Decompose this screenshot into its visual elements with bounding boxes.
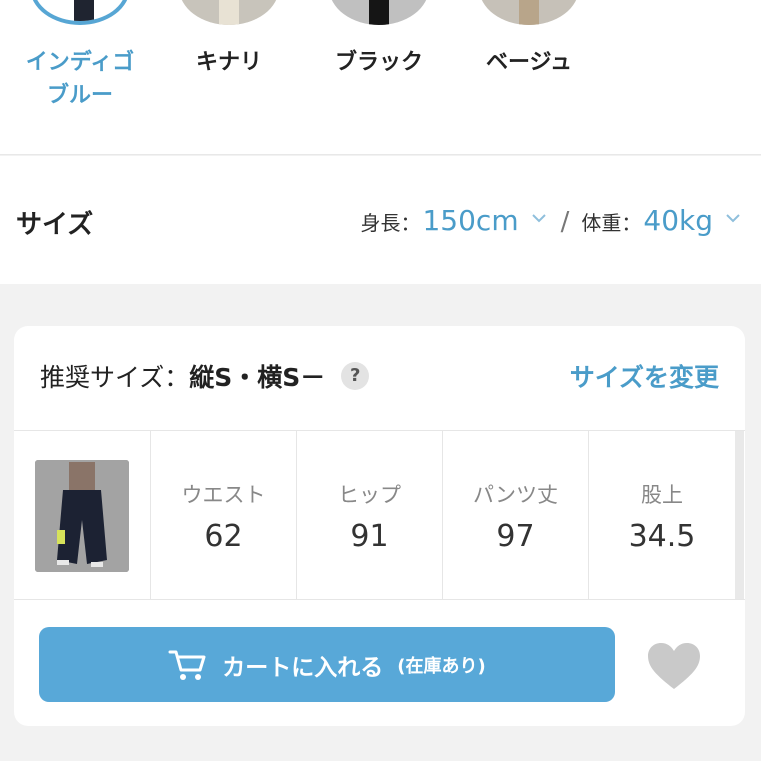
add-to-cart-label: カートに入れる [222,654,384,681]
stock-status: (在庫あり) [397,655,486,677]
recommendation-card: 推奨サイズ： 縦S・横S－ ? サイズを変更 ウエスト 62 ヒップ 91 パン… [14,326,745,726]
height-label: 身長： [360,211,421,235]
metric-value: 62 [204,519,243,554]
color-selector: インディゴ ブルー キナリ ブラック ベージュ [0,0,761,155]
metric-waist: ウエスト 62 [151,431,297,599]
metric-rise: 股上 34.5 [589,431,735,599]
chevron-down-icon[interactable] [725,210,741,226]
metric-value: 97 [496,519,535,554]
color-label: キナリ [195,50,262,75]
metric-label: 股上 [641,483,683,507]
horizontal-scroll-edge[interactable] [735,431,744,599]
color-thumbnail [30,0,130,25]
change-size-link[interactable]: サイズを変更 [570,358,719,394]
body-size-selector: 身長： 150cm / 体重： 40kg [360,204,741,237]
weight-value[interactable]: 40kg [643,204,713,237]
color-label: ベージュ [485,50,573,75]
color-thumbnail [179,0,279,25]
product-image [35,460,129,572]
metric-value: 34.5 [628,519,696,554]
metric-label: ウエスト [181,483,266,507]
weight-label: 体重： [581,211,642,235]
recommended-size-value: 縦S・横S－ [189,363,326,392]
color-thumbnail [329,0,429,25]
color-thumbnail [479,0,579,25]
product-thumbnail [14,431,151,599]
color-label: インディゴ ブルー [25,50,135,108]
height-value[interactable]: 150cm [422,204,518,237]
metric-label: パンツ丈 [472,483,559,507]
separator: / [560,207,570,237]
help-icon[interactable]: ? [341,362,370,390]
metric-value: 91 [350,519,389,554]
recommended-size-prefix: 推奨サイズ： [40,363,190,392]
heart-icon[interactable] [646,641,702,691]
metric-pants-length: パンツ丈 97 [443,431,589,599]
color-label: ブラック [334,50,423,75]
metric-label: ヒップ [338,483,401,507]
size-title: サイズ [16,210,94,240]
add-to-cart-button[interactable]: カートに入れる (在庫あり) [39,627,615,702]
cart-icon [168,650,206,680]
size-row: サイズ 身長： 150cm / 体重： 40kg [0,156,761,284]
recommended-size: 推奨サイズ： 縦S・横S－ ? [40,358,370,394]
size-metrics: ウエスト 62 ヒップ 91 パンツ丈 97 股上 34.5 [14,430,745,600]
chevron-down-icon[interactable] [531,210,547,226]
metric-hip: ヒップ 91 [297,431,443,599]
